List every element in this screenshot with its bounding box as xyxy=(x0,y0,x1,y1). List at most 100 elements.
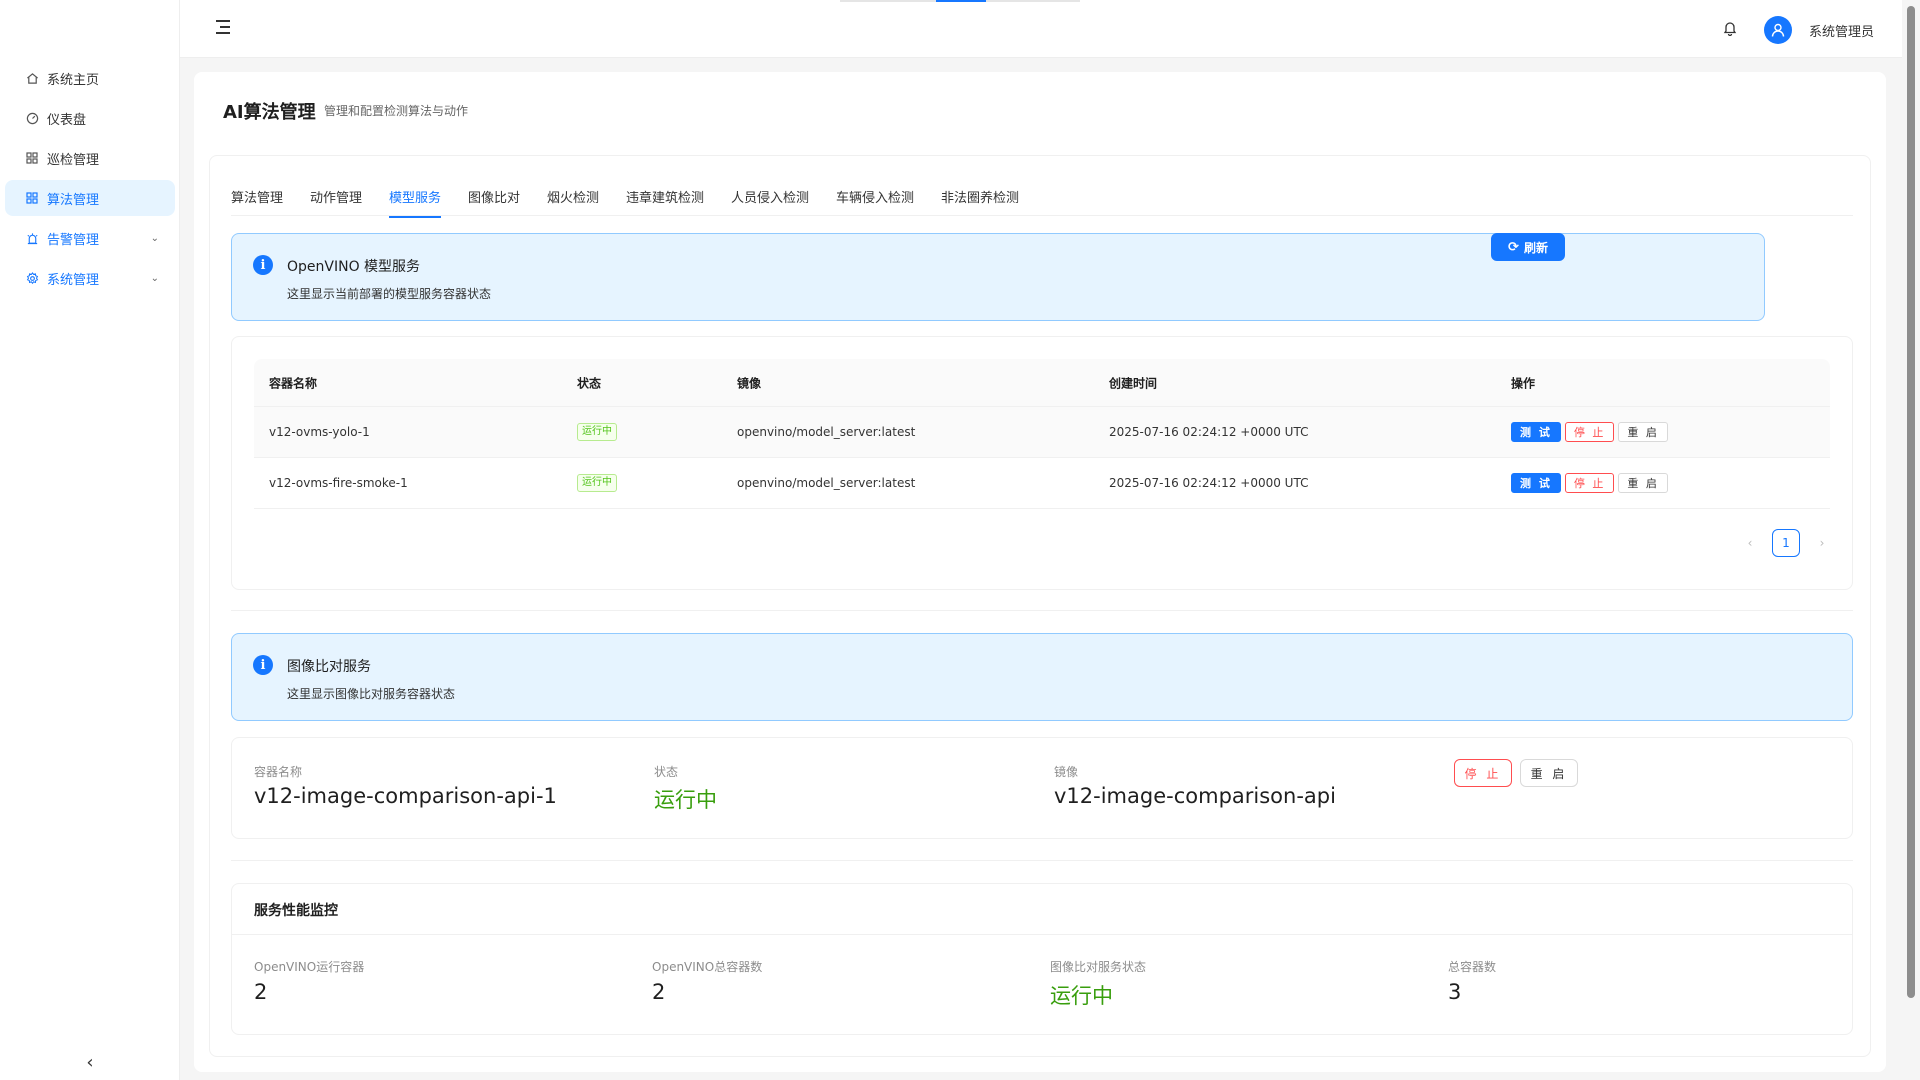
image-compare-card: 容器名称 v12-image-comparison-api-1 状态 运行中 镜… xyxy=(231,737,1853,839)
card-header-divider xyxy=(232,934,1852,935)
next-page-icon[interactable]: › xyxy=(1808,529,1836,557)
created-time: 2025-07-16 02:24:12 +0000 UTC xyxy=(1109,476,1309,490)
test-button[interactable]: 测 试 xyxy=(1511,473,1561,493)
sidebar-item-algorithm[interactable]: 算法管理 xyxy=(5,180,175,216)
alert-title: 图像比对服务 xyxy=(287,659,371,675)
username[interactable]: 系统管理员 xyxy=(1809,21,1874,40)
image-value: v12-image-comparison-api xyxy=(1054,784,1336,808)
avatar[interactable] xyxy=(1764,16,1792,44)
page-number[interactable]: 1 xyxy=(1772,529,1800,557)
pagination: ‹ 1 › xyxy=(1736,529,1836,557)
user-icon xyxy=(1771,23,1785,37)
sidebar-item-label: 仪表盘 xyxy=(47,112,87,128)
column-header: 创建时间 xyxy=(1109,376,1158,390)
gear-icon xyxy=(25,271,39,285)
tab-image-compare[interactable]: 图像比对 xyxy=(468,187,520,216)
main-content: AI算法管理 管理和配置检测算法与动作 算法管理 动作管理 模型服务 图像比对 … xyxy=(194,72,1886,1072)
tab-action[interactable]: 动作管理 xyxy=(310,187,362,216)
column-header: 状态 xyxy=(577,376,602,390)
column-header: 镜像 xyxy=(737,376,762,390)
image-compare-info-alert: i 图像比对服务 这里显示图像比对服务容器状态 xyxy=(231,633,1853,721)
tab-algorithm[interactable]: 算法管理 xyxy=(231,187,283,216)
tab-illegal-building[interactable]: 违章建筑检测 xyxy=(626,187,704,216)
restart-button[interactable]: 重 启 xyxy=(1520,759,1578,787)
stop-button[interactable]: 停 止 xyxy=(1454,759,1512,787)
container-name: v12-ovms-yolo-1 xyxy=(269,425,370,439)
image-name: openvino/model_server:latest xyxy=(737,425,916,439)
chevron-down-icon: ⌄ xyxy=(150,232,159,244)
page-subtitle: 管理和配置检测算法与动作 xyxy=(324,104,469,118)
status-badge: 运行中 xyxy=(577,474,617,492)
section-divider xyxy=(231,860,1853,861)
status-label: 状态 xyxy=(654,765,679,779)
tab-fire-smoke[interactable]: 烟火检测 xyxy=(547,187,599,216)
menu-fold-icon[interactable] xyxy=(216,20,232,34)
table-row[interactable]: v12-ovms-fire-smoke-1 运行中 openvino/model… xyxy=(254,458,1830,509)
tab-vehicle-intrusion[interactable]: 车辆侵入检测 xyxy=(836,187,914,216)
tabs-container: 算法管理 动作管理 模型服务 图像比对 烟火检测 违章建筑检测 人员侵入检测 车… xyxy=(209,155,1871,1057)
tab-person-intrusion[interactable]: 人员侵入检测 xyxy=(731,187,809,216)
sidebar-item-dashboard[interactable]: 仪表盘 xyxy=(5,100,175,136)
top-header: 系统管理员 xyxy=(180,0,1902,58)
prev-page-icon[interactable]: ‹ xyxy=(1736,529,1764,557)
image-name: openvino/model_server:latest xyxy=(737,476,916,490)
stop-button[interactable]: 停 止 xyxy=(1564,422,1615,442)
collapse-sidebar-icon[interactable]: ‹ xyxy=(80,1052,100,1073)
tab-model-service[interactable]: 模型服务 xyxy=(389,187,442,218)
stat-value: 2 xyxy=(652,980,666,1004)
alert-title: OpenVINO 模型服务 xyxy=(287,259,421,275)
refresh-button-label: 刷新 xyxy=(1523,240,1548,255)
alert-description: 这里显示图像比对服务容器状态 xyxy=(287,687,456,701)
home-icon xyxy=(25,71,39,85)
refresh-icon: ⟳ xyxy=(1508,239,1519,255)
test-button[interactable]: 测 试 xyxy=(1511,422,1561,442)
status-badge: 运行中 xyxy=(577,423,617,441)
grid-icon xyxy=(25,191,39,205)
info-icon: i xyxy=(253,255,273,275)
stat-value: 2 xyxy=(254,980,268,1004)
stat-value: 3 xyxy=(1448,980,1462,1004)
status-value: 运行中 xyxy=(654,788,717,812)
bell-icon[interactable] xyxy=(1723,20,1737,37)
table-header: 容器名称 状态 镜像 创建时间 操作 xyxy=(254,359,1830,407)
tab-bar: 算法管理 动作管理 模型服务 图像比对 烟火检测 违章建筑检测 人员侵入检测 车… xyxy=(231,180,1853,218)
sidebar-item-alarm[interactable]: 告警管理 ⌄ xyxy=(5,220,175,256)
created-time: 2025-07-16 02:24:12 +0000 UTC xyxy=(1109,425,1309,439)
column-header: 操作 xyxy=(1511,376,1536,390)
stat-label: OpenVINO运行容器 xyxy=(254,960,365,974)
sidebar-item-system[interactable]: 系统管理 ⌄ xyxy=(5,260,175,296)
scrollbar-thumb[interactable] xyxy=(1907,6,1915,998)
table-row[interactable]: v12-ovms-yolo-1 运行中 openvino/model_serve… xyxy=(254,407,1830,458)
sidebar-item-home[interactable]: 系统主页 xyxy=(5,60,175,96)
containers-table: 容器名称 状态 镜像 创建时间 操作 v12-ovms-yolo-1 运行中 o… xyxy=(254,359,1830,509)
alert-description: 这里显示当前部署的模型服务容器状态 xyxy=(287,287,492,301)
sidebar: 系统主页 仪表盘 巡检管理 算法管理 告警管理 ⌄ 系统管理 ⌄ ‹ xyxy=(0,0,180,1080)
sidebar-item-label: 系统管理 xyxy=(47,272,100,288)
monitor-title: 服务性能监控 xyxy=(254,903,338,919)
stat-label: 图像比对服务状态 xyxy=(1050,960,1147,974)
page-scrollbar[interactable] xyxy=(1902,0,1920,1080)
alarm-icon xyxy=(25,231,39,245)
sidebar-item-label: 算法管理 xyxy=(47,192,100,208)
restart-button[interactable]: 重 启 xyxy=(1618,473,1668,493)
tab-illegal-breeding[interactable]: 非法圈养检测 xyxy=(941,187,1019,216)
image-label: 镜像 xyxy=(1054,765,1079,779)
container-name-value: v12-image-comparison-api-1 xyxy=(254,784,557,808)
section-divider xyxy=(231,610,1853,611)
container-name: v12-ovms-fire-smoke-1 xyxy=(269,476,408,490)
sidebar-item-label: 告警管理 xyxy=(47,232,100,248)
sidebar-menu: 系统主页 仪表盘 巡检管理 算法管理 告警管理 ⌄ 系统管理 ⌄ xyxy=(5,60,175,300)
chevron-down-icon: ⌄ xyxy=(150,272,159,284)
refresh-button[interactable]: ⟳ 刷新 xyxy=(1491,233,1565,261)
stat-value: 运行中 xyxy=(1050,984,1113,1008)
sidebar-item-label: 系统主页 xyxy=(47,72,100,88)
sidebar-item-inspection[interactable]: 巡检管理 xyxy=(5,140,175,176)
performance-monitor-card: 服务性能监控 OpenVINO运行容器 2 OpenVINO总容器数 2 图像比… xyxy=(231,883,1853,1035)
info-icon: i xyxy=(253,655,273,675)
stop-button[interactable]: 停 止 xyxy=(1564,473,1615,493)
restart-button[interactable]: 重 启 xyxy=(1618,422,1668,442)
sidebar-item-label: 巡检管理 xyxy=(47,152,100,168)
openvino-table-card: 容器名称 状态 镜像 创建时间 操作 v12-ovms-yolo-1 运行中 o… xyxy=(231,336,1853,590)
top-progress-indicator xyxy=(840,0,1080,2)
stat-label: OpenVINO总容器数 xyxy=(652,960,763,974)
